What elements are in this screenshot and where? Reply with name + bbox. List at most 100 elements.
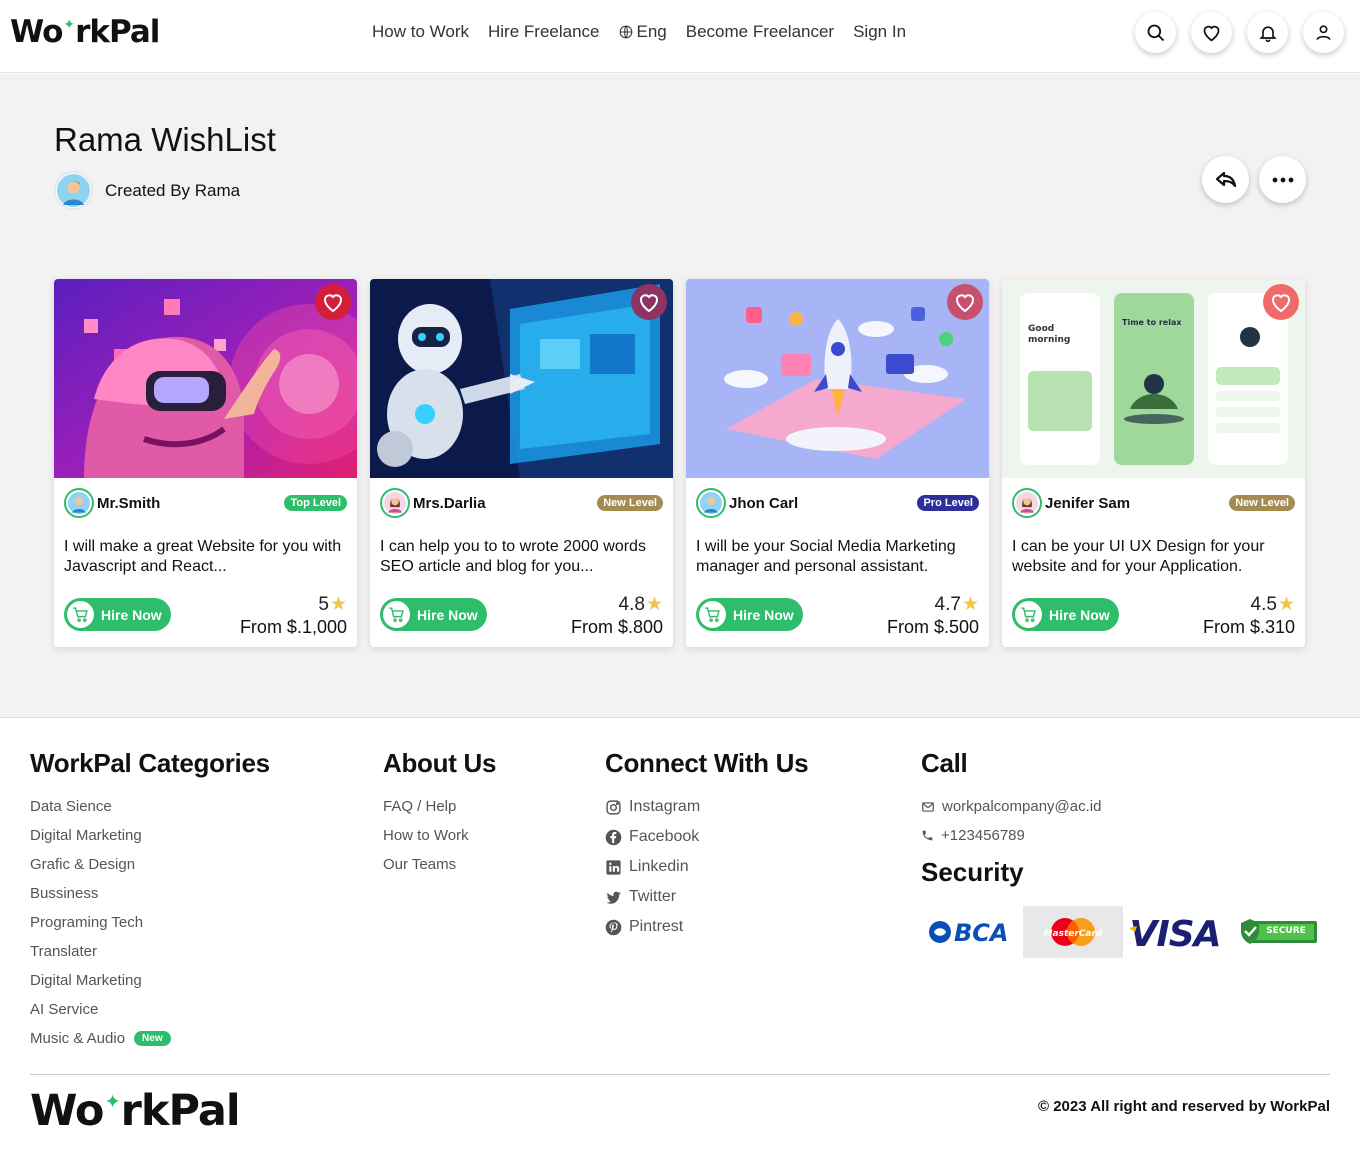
nav-hire-freelance[interactable]: Hire Freelance (488, 22, 600, 42)
site-footer: WorkPal Categories Data Sience Digital M… (0, 717, 1360, 1151)
category-link[interactable]: Data Sience (30, 792, 270, 821)
cart-icon (699, 601, 726, 628)
seller-info: Mrs.Darlia New Level (380, 488, 663, 518)
wishlist-cards: Mr.Smith Top Level I will make a great W… (54, 279, 1305, 647)
remove-wishlist-button[interactable] (315, 284, 351, 320)
linkedin-icon (606, 859, 621, 875)
remove-wishlist-button[interactable] (631, 284, 667, 320)
category-link[interactable]: AI Service (30, 995, 270, 1024)
hire-now-label: Hire Now (417, 606, 478, 623)
app-design-illustration: Good morning Time to relax (1002, 279, 1305, 478)
avatar[interactable] (54, 171, 93, 210)
nav-become-freelancer[interactable]: Become Freelancer (686, 22, 834, 42)
hire-now-button[interactable]: Hire Now (380, 598, 487, 631)
notifications-button[interactable] (1247, 12, 1288, 53)
seller-avatar[interactable] (1012, 488, 1042, 518)
hire-now-button[interactable]: Hire Now (64, 598, 171, 631)
category-label: Translater (30, 943, 97, 960)
gig-thumbnail-rocket[interactable] (686, 279, 989, 478)
about-link[interactable]: FAQ / Help (383, 792, 496, 821)
about-link[interactable]: How to Work (383, 821, 496, 850)
mail-icon (922, 801, 934, 812)
gig-description[interactable]: I will be your Social Media Marketing ma… (696, 537, 981, 577)
globe-icon (619, 25, 632, 39)
share-button[interactable] (1202, 156, 1249, 203)
gig-thumbnail-app-design[interactable]: Good morning Time to relax (1002, 279, 1305, 478)
profile-button[interactable] (1303, 12, 1344, 53)
social-facebook[interactable]: Facebook (605, 822, 808, 852)
social-instagram[interactable]: Instagram (605, 792, 808, 822)
category-link[interactable]: Grafic & Design (30, 850, 270, 879)
vr-illustration (54, 279, 357, 478)
cart-icon (383, 601, 410, 628)
gig-card[interactable]: Mrs.Darlia New Level I can help you to t… (370, 279, 673, 647)
seller-name[interactable]: Mr.Smith (97, 495, 160, 512)
category-label: AI Service (30, 1001, 99, 1018)
seller-name[interactable]: Mrs.Darlia (413, 495, 486, 512)
gig-thumbnail-robot[interactable] (370, 279, 673, 478)
about-link[interactable]: Our Teams (383, 850, 496, 879)
contact-phone[interactable]: +123456789 (921, 821, 1331, 850)
svg-text:Time to relax: Time to relax (1122, 318, 1182, 327)
category-link[interactable]: Digital Marketing (30, 821, 270, 850)
level-badge: Top Level (284, 495, 347, 511)
cart-icon (67, 601, 94, 628)
nav-how-to-work[interactable]: How to Work (372, 22, 469, 42)
hire-now-button[interactable]: Hire Now (1012, 598, 1119, 631)
gig-description[interactable]: I can help you to to wrote 2000 words SE… (380, 537, 665, 577)
social-twitter[interactable]: Twitter (605, 882, 808, 912)
male-avatar-icon (700, 492, 722, 514)
gig-description[interactable]: I will make a great Website for you with… (64, 537, 349, 577)
search-button[interactable] (1135, 12, 1176, 53)
category-link[interactable]: Bussiness (30, 879, 270, 908)
star-icon: ★ (1277, 594, 1295, 615)
seller-name[interactable]: Jhon Carl (729, 495, 798, 512)
copyright-text: © 2023 All right and reserved by WorkPal (1038, 1098, 1330, 1115)
remove-wishlist-button[interactable] (1263, 284, 1299, 320)
rocket-illustration (686, 279, 989, 478)
search-icon (1147, 24, 1164, 41)
remove-wishlist-button[interactable] (947, 284, 983, 320)
level-badge: New Level (1229, 495, 1295, 511)
nav-language[interactable]: Eng (619, 22, 667, 42)
logo-text-left: Wo (10, 14, 63, 50)
svg-text:Good: Good (1028, 324, 1054, 334)
workpal-logo[interactable]: Wo✦rkPal (10, 14, 160, 50)
footer-about: About Us FAQ / Help How to Work Our Team… (383, 748, 496, 879)
seller-info: Jenifer Sam New Level (1012, 488, 1295, 518)
call-heading: Call (921, 748, 968, 778)
category-label: Digital Marketing (30, 827, 142, 844)
gig-card[interactable]: Jhon Carl Pro Level I will be your Socia… (686, 279, 989, 647)
footer-logo[interactable]: Wo✦rkPal (30, 1086, 241, 1136)
gig-card[interactable]: Mr.Smith Top Level I will make a great W… (54, 279, 357, 647)
social-label: Instagram (629, 798, 701, 815)
wishlist-button[interactable] (1191, 12, 1232, 53)
category-link[interactable]: Digital Marketing (30, 966, 270, 995)
category-link[interactable]: Music & Audio New (30, 1024, 270, 1053)
social-pinterest[interactable]: Pintrest (605, 912, 808, 942)
seller-info: Mr.Smith Top Level (64, 488, 347, 518)
visa-text: VISA (1129, 914, 1220, 952)
footer-call: Call workpalcompany@ac.id +123456789 Sec… (921, 748, 1331, 958)
contact-email[interactable]: workpalcompany@ac.id (921, 792, 1331, 821)
nav-sign-in[interactable]: Sign In (853, 22, 906, 42)
seller-avatar[interactable] (696, 488, 726, 518)
category-link[interactable]: Programing Tech (30, 908, 270, 937)
gig-card[interactable]: Good morning Time to relax Jenifer Sam N… (1002, 279, 1305, 647)
user-icon (1316, 25, 1331, 41)
facebook-icon (605, 829, 622, 845)
svg-text:morning: morning (1028, 335, 1070, 345)
seller-avatar[interactable] (64, 488, 94, 518)
gig-thumbnail-vr[interactable] (54, 279, 357, 478)
more-options-button[interactable] (1259, 156, 1306, 203)
social-label: Twitter (629, 888, 677, 905)
social-linkedin[interactable]: Linkedin (605, 852, 808, 882)
gig-description[interactable]: I can be your UI UX Design for your webs… (1012, 537, 1297, 577)
seller-name[interactable]: Jenifer Sam (1045, 495, 1130, 512)
seller-avatar[interactable] (380, 488, 410, 518)
hire-now-button[interactable]: Hire Now (696, 598, 803, 631)
social-label: Linkedin (629, 858, 689, 875)
category-link[interactable]: Translater (30, 937, 270, 966)
creator-info: Created By Rama (54, 171, 240, 210)
hire-now-label: Hire Now (733, 606, 794, 623)
